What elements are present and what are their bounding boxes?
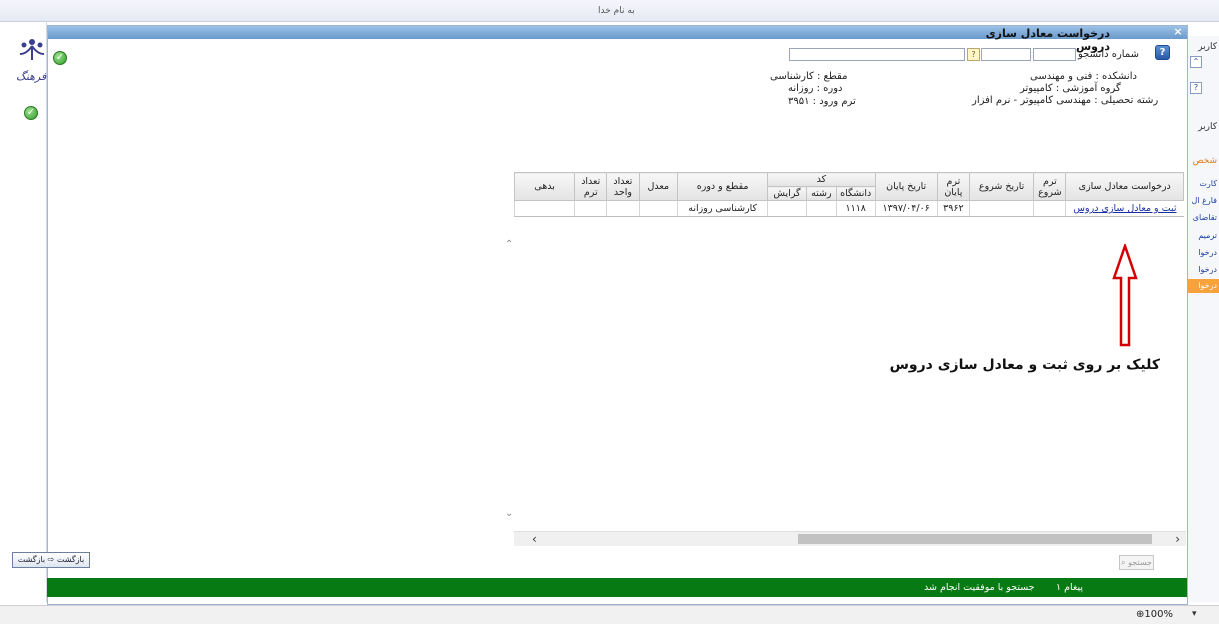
cell-debt bbox=[513, 200, 575, 217]
chevron-up-icon[interactable]: ⌃ bbox=[1190, 56, 1202, 68]
degree-info: مقطع : کارشناسی bbox=[770, 71, 848, 82]
cell-units bbox=[606, 200, 639, 217]
right-menu-item[interactable]: درخوا bbox=[1186, 265, 1219, 274]
logo-text: فرهنگ bbox=[16, 70, 47, 83]
right-menu-panel: کاربر ⌃ ? کاربر شخص کارت فارغ ال تقاضای … bbox=[1186, 36, 1219, 602]
cell-gpa bbox=[638, 200, 678, 217]
right-panel-user-label: کاربر bbox=[1198, 42, 1217, 52]
status-bar: ۱ پیغام جستجو با موفقیت انجام شد bbox=[47, 578, 1187, 597]
check-icon: ✓ bbox=[53, 51, 67, 65]
header-debt[interactable]: بدهی bbox=[513, 172, 576, 201]
entry-term-info: ترم ورود : ۳۹۵۱ bbox=[788, 96, 856, 107]
cell-start-term bbox=[1033, 200, 1066, 217]
right-menu-item[interactable]: تقاضای bbox=[1186, 213, 1219, 222]
header-university[interactable]: دانشگاه bbox=[835, 186, 876, 201]
help-icon[interactable]: ? bbox=[1155, 45, 1170, 60]
search-button-label: جستجو bbox=[1128, 558, 1152, 567]
scroll-up-icon[interactable]: ⌃ bbox=[505, 239, 513, 250]
cell-orientation bbox=[767, 200, 807, 217]
student-number-input[interactable] bbox=[1033, 48, 1076, 61]
help-icon-small[interactable]: ? bbox=[1190, 82, 1202, 94]
left-sidebar: فرهنگ ✓ bbox=[0, 22, 47, 602]
binoculars-icon: ⌕ bbox=[1121, 558, 1126, 567]
register-equivalence-link[interactable]: ثبت و معادل سازی دروس bbox=[1065, 200, 1184, 217]
status-message: جستجو با موفقیت انجام شد bbox=[924, 582, 1035, 593]
right-menu-item[interactable]: ترمیم bbox=[1186, 231, 1219, 240]
header-field[interactable]: رشته bbox=[805, 186, 837, 201]
message-count[interactable]: ۱ پیغام bbox=[1056, 582, 1083, 593]
header-end-term[interactable]: ترم پایان bbox=[936, 172, 970, 201]
header-terms[interactable]: تعداد ترم bbox=[574, 172, 608, 201]
header-level[interactable]: مقطع و دوره bbox=[677, 172, 769, 201]
header-start-date[interactable]: تاریخ شروع bbox=[968, 172, 1035, 201]
search-button[interactable]: ⌕ جستجو bbox=[1119, 555, 1154, 570]
university-logo: فرهنگ bbox=[16, 39, 47, 83]
check-icon: ✓ bbox=[24, 106, 38, 120]
scroll-down-icon[interactable]: ⌄ bbox=[505, 508, 513, 519]
department-info: گروه آموزشی : کامپیوتر bbox=[1020, 83, 1121, 94]
horizontal-scrollbar[interactable]: ‹ › bbox=[514, 531, 1186, 546]
right-menu-item[interactable]: کارت bbox=[1186, 179, 1219, 188]
cell-level: کارشناسی روزانه bbox=[677, 200, 768, 217]
header-gpa[interactable]: معدل bbox=[638, 172, 679, 201]
cell-end-date: ۱۳۹۷/۰۴/۰۶ bbox=[874, 200, 938, 217]
student-name-field bbox=[789, 48, 965, 61]
table-row: ثبت و معادل سازی دروس ۳۹۶۲ ۱۳۹۷/۰۴/۰۶ ۱۱… bbox=[513, 200, 1184, 217]
chevron-down-icon[interactable]: ▾ bbox=[1192, 609, 1197, 619]
header-start-term[interactable]: ترم شروع bbox=[1033, 172, 1067, 201]
header-orientation[interactable]: گرایش bbox=[767, 186, 807, 201]
cell-start-date bbox=[968, 200, 1034, 217]
browser-status-bar: ⊕100% ▾ bbox=[0, 605, 1219, 624]
cell-end-term: ۳۹۶۲ bbox=[936, 200, 970, 217]
grid-table: درخواست معادل سازی ترم شروع تاریخ شروع ت… bbox=[513, 172, 1184, 217]
close-icon[interactable]: × bbox=[1172, 26, 1184, 38]
back-button-label: بازگشت bbox=[56, 555, 85, 564]
right-panel-personal-tab[interactable]: شخص bbox=[1193, 156, 1217, 166]
cell-field bbox=[805, 200, 837, 217]
zoom-value: 100% bbox=[1144, 609, 1173, 620]
header-units[interactable]: تعداد واحد bbox=[606, 172, 640, 201]
right-menu-item[interactable]: درخوا bbox=[1186, 248, 1219, 257]
page-header-strip: به نام خدا bbox=[0, 0, 1219, 22]
header-end-date[interactable]: تاریخ پایان bbox=[874, 172, 938, 201]
faculty-info: دانشکده : فنی و مهندسی bbox=[1030, 71, 1137, 82]
cell-university: ۱۱۱۸ bbox=[835, 200, 876, 217]
page-top-title: به نام خدا bbox=[598, 6, 635, 16]
equivalence-grid: درخواست معادل سازی ترم شروع تاریخ شروع ت… bbox=[513, 172, 1184, 522]
annotation-caption: کلیک بر روی ثبت و معادل سازی دروس bbox=[889, 357, 1160, 373]
header-request[interactable]: درخواست معادل سازی bbox=[1065, 172, 1184, 201]
course-type-info: دوره : روزانه bbox=[788, 83, 843, 94]
lookup-button[interactable]: ? bbox=[967, 48, 980, 61]
student-number-input-2[interactable] bbox=[981, 48, 1031, 61]
back-arrow-icon: ⇨ bbox=[47, 555, 55, 564]
scroll-right-icon[interactable]: › bbox=[1175, 532, 1180, 546]
zoom-level[interactable]: ⊕100% bbox=[1136, 609, 1173, 620]
right-menu-item-active-label[interactable]: درخوا bbox=[1186, 281, 1219, 290]
scrollbar-thumb[interactable] bbox=[798, 534, 1152, 544]
cell-terms bbox=[574, 200, 607, 217]
scroll-left-icon[interactable]: ‹ bbox=[532, 532, 537, 546]
back-button-label-2: بازگشت bbox=[17, 555, 46, 564]
annotation-arrow-icon bbox=[1112, 244, 1138, 347]
right-menu-item[interactable]: فارغ ال bbox=[1186, 196, 1219, 205]
back-button[interactable]: بازگشت ⇨ بازگشت bbox=[12, 552, 90, 568]
student-number-label: شماره دانشجو bbox=[1078, 49, 1140, 60]
right-panel-user-label-2: کاربر bbox=[1198, 122, 1217, 132]
major-info: رشته تحصیلی : مهندسی کامپیوتر - نرم افزا… bbox=[972, 95, 1159, 106]
header-code: کد bbox=[767, 172, 876, 187]
